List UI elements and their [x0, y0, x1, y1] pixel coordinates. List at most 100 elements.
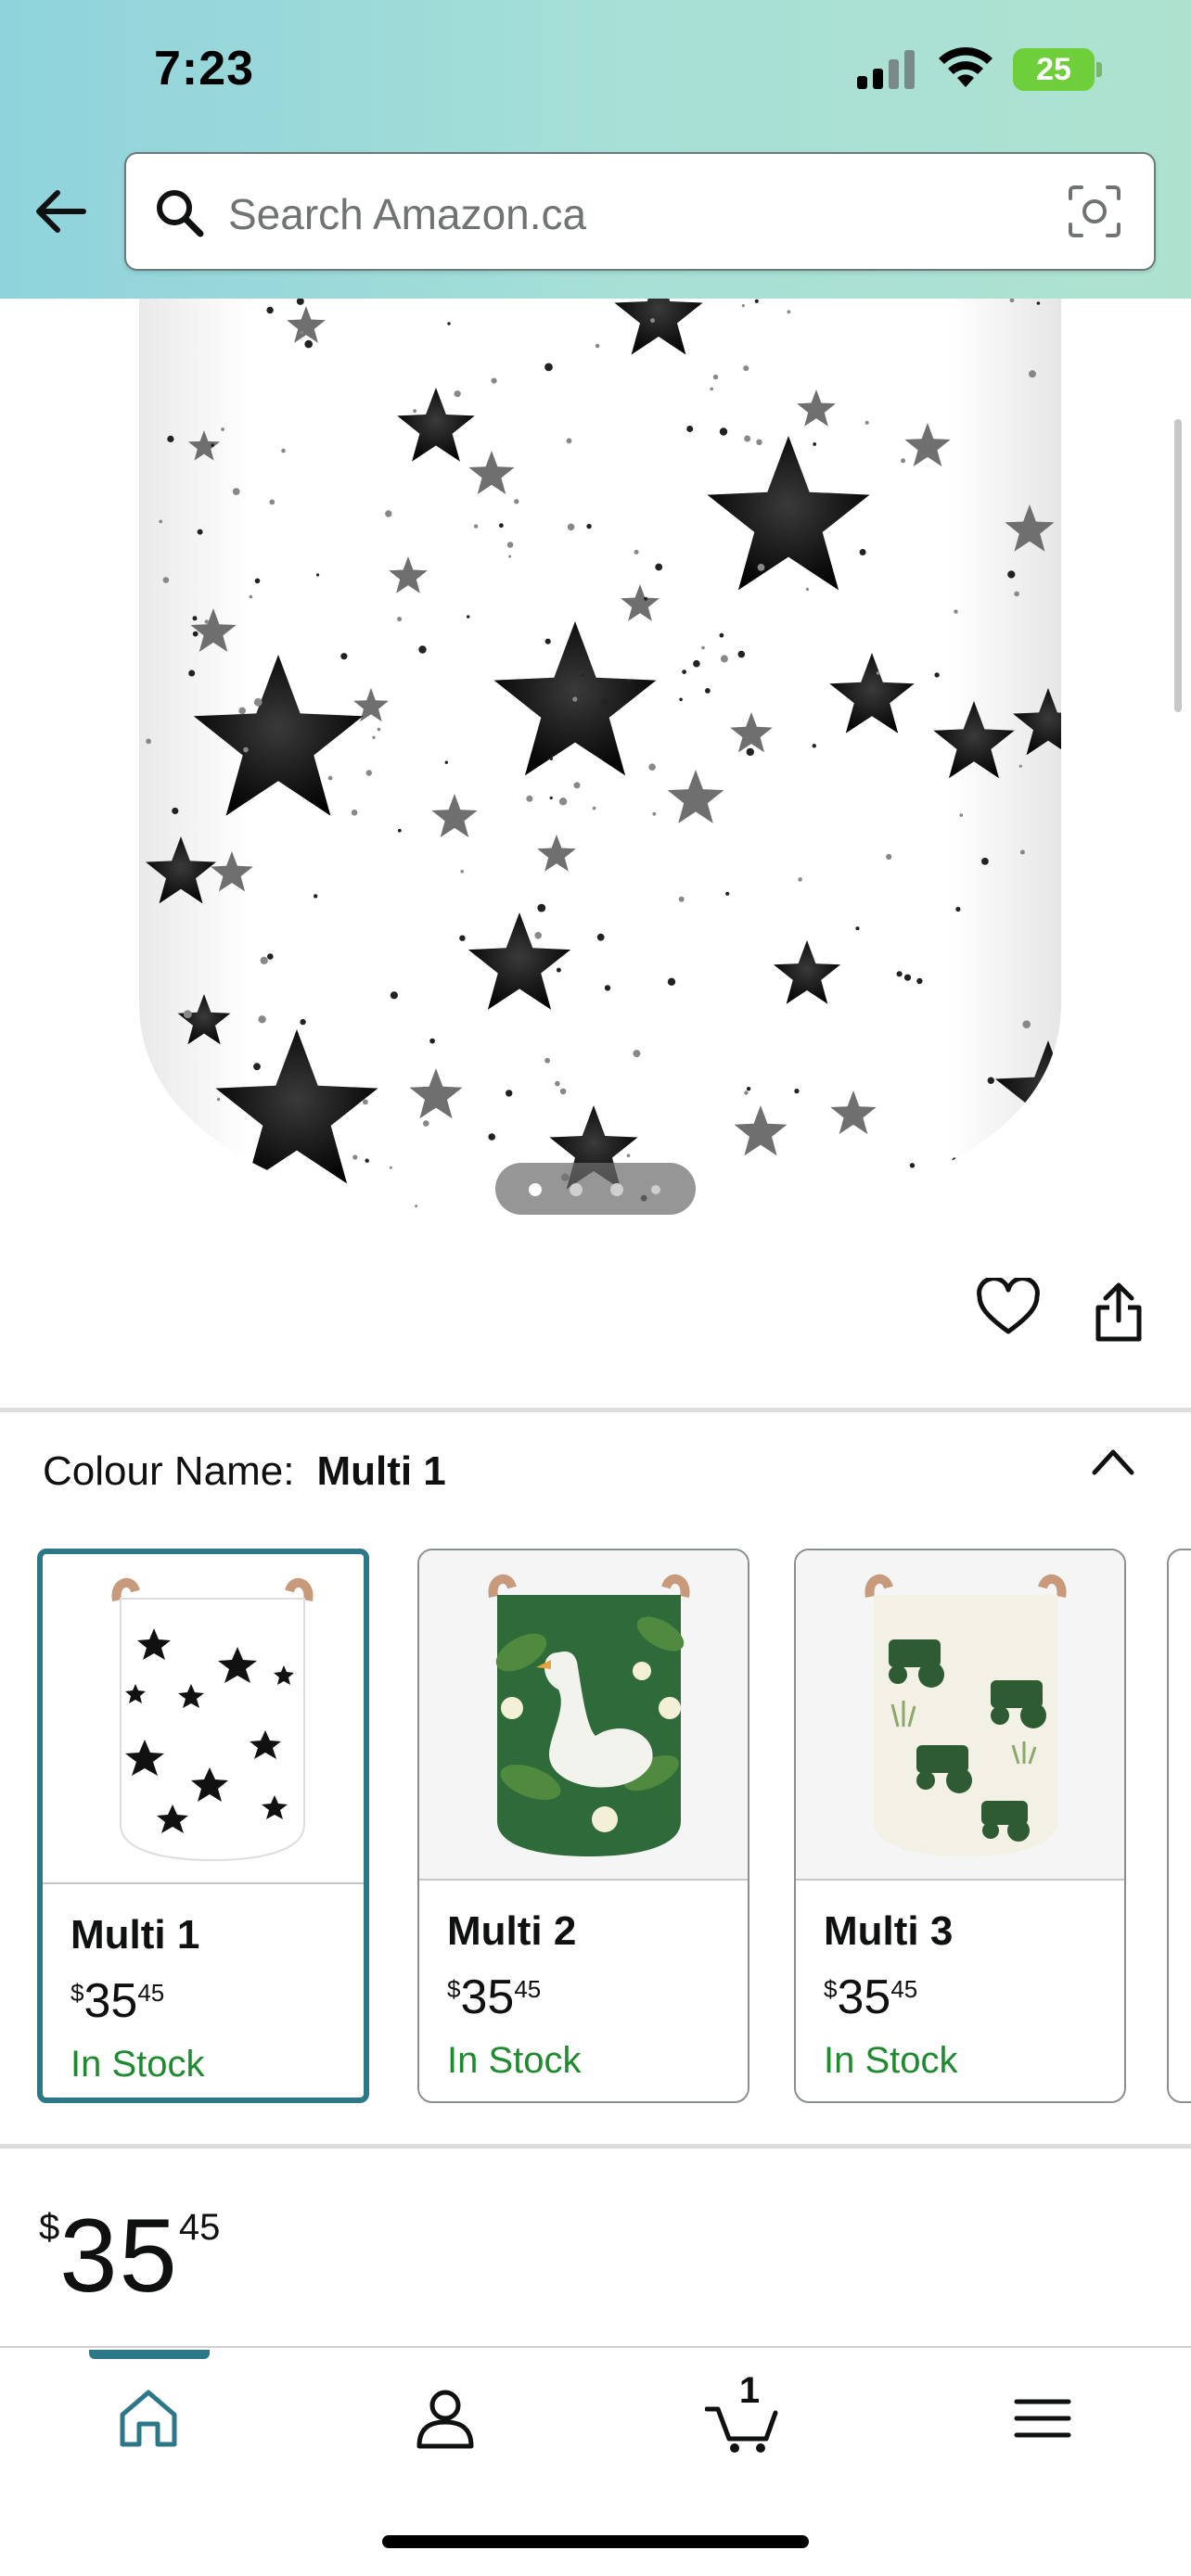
star-dot-decoration: [301, 1192, 306, 1197]
star-dot-decoration: [955, 906, 961, 912]
star-dot-decoration: [238, 707, 247, 715]
chevron-up-icon[interactable]: [1089, 1443, 1137, 1480]
colour-name-label: Colour Name: Multi 1: [43, 1448, 446, 1495]
star-dot-decoration: [340, 653, 348, 660]
colour-swatch-multi-3[interactable]: Multi 3 $3545 In Stock: [794, 1549, 1126, 2103]
menu-icon[interactable]: [1005, 2381, 1080, 2455]
star-dot-decoration: [746, 747, 754, 757]
app-header: 7:23 25 Search Amazon.ca: [0, 0, 1191, 299]
home-icon[interactable]: [111, 2381, 186, 2455]
star-dot-decoration: [558, 797, 568, 806]
colour-swatch-multi-2[interactable]: Multi 2 $3545 In Stock: [417, 1549, 749, 2103]
star-dot-decoration: [678, 896, 685, 902]
product-price: $3545: [39, 2196, 220, 2315]
price-whole: 35: [837, 1970, 891, 2024]
star-dot-decoration: [385, 510, 392, 517]
star-dot-decoration: [258, 1015, 266, 1024]
star-dot-decoration: [798, 877, 802, 882]
star-dot-decoration: [667, 977, 676, 986]
star-dot-decoration: [254, 578, 261, 584]
stock-status: In Stock: [447, 2040, 582, 2081]
star-decoration: [1084, 797, 1123, 835]
star-dot-decoration: [582, 673, 584, 677]
star-dot-decoration: [415, 1205, 418, 1208]
star-dot-decoration: [506, 1090, 513, 1097]
swatch-price: $3545: [447, 1970, 541, 2025]
star-dot-decoration: [491, 377, 497, 384]
price-whole: 35: [59, 2198, 179, 2314]
star-dot-decoration: [744, 435, 751, 442]
star-dot-decoration: [253, 1063, 261, 1071]
star-dot-decoration: [260, 956, 268, 964]
star-dot-decoration: [720, 655, 728, 663]
price-whole: 35: [83, 1974, 138, 2028]
back-arrow-icon[interactable]: [32, 182, 91, 241]
star-dot-decoration: [1022, 1020, 1031, 1028]
price-fraction: 45: [514, 1975, 542, 2003]
star-dot-decoration: [743, 365, 749, 372]
pagination-dot[interactable]: [610, 1183, 623, 1196]
search-bar[interactable]: Search Amazon.ca: [124, 152, 1156, 271]
star-dot-decoration: [805, 587, 810, 592]
star-dot-decoration: [954, 609, 958, 614]
star-dot-decoration: [746, 1087, 751, 1091]
star-dot-decoration: [686, 426, 694, 432]
star-dot-decoration: [389, 1166, 392, 1169]
share-icon[interactable]: [1091, 1280, 1146, 1345]
swatch-name: Multi 2: [447, 1908, 577, 1954]
star-dot-decoration: [573, 782, 581, 789]
price-symbol: $: [447, 1975, 461, 2003]
search-icon: [157, 190, 204, 237]
pagination-dot[interactable]: [651, 1185, 660, 1194]
star-dot-decoration: [1036, 301, 1041, 305]
star-dot-decoration: [981, 858, 989, 865]
star-dot-decoration: [693, 659, 700, 668]
star-dot-decoration: [555, 1080, 560, 1087]
section-divider: [0, 1408, 1191, 1412]
star-dot-decoration: [188, 670, 196, 677]
heart-icon[interactable]: [976, 1278, 1041, 1337]
star-dot-decoration: [756, 439, 762, 445]
star-dot-decoration: [719, 427, 728, 436]
star-dot-decoration: [757, 564, 765, 571]
star-dot-decoration: [363, 1099, 368, 1105]
colour-label-prefix: Colour Name:: [43, 1448, 295, 1494]
star-dot-decoration: [544, 638, 551, 644]
image-pagination[interactable]: [495, 1163, 696, 1215]
star-dot-decoration: [459, 935, 466, 941]
search-input[interactable]: Search Amazon.ca: [228, 189, 586, 239]
battery-level: 25: [1036, 52, 1071, 87]
price-fraction: 45: [890, 1975, 918, 2003]
home-indicator: [382, 2535, 809, 2548]
star-dot-decoration: [266, 306, 274, 314]
star-dot-decoration: [269, 499, 275, 505]
scroll-indicator: [1174, 419, 1182, 712]
star-dot-decoration: [601, 698, 609, 707]
star-dot-decoration: [909, 1163, 916, 1168]
star-dot-decoration: [249, 594, 253, 599]
star-dot-decoration: [586, 523, 592, 529]
product-image[interactable]: [0, 299, 1191, 1244]
colour-swatch-multi-1[interactable]: Multi 1 $3545 In Stock: [37, 1549, 369, 2103]
star-dot-decoration: [397, 617, 403, 622]
colour-swatch-partial[interactable]: [1167, 1549, 1191, 2103]
star-dot-decoration: [221, 427, 225, 431]
star-dot-decoration: [365, 770, 372, 776]
swatch-price: $3545: [70, 1973, 164, 2029]
star-dot-decoration: [701, 645, 705, 650]
star-dot-decoration: [794, 1089, 800, 1094]
star-dot-decoration: [633, 1050, 641, 1058]
star-dot-decoration: [572, 696, 578, 702]
account-icon[interactable]: [408, 2381, 482, 2455]
pagination-dot[interactable]: [529, 1183, 542, 1196]
star-dot-decoration: [508, 555, 512, 558]
pagination-dot[interactable]: [570, 1183, 583, 1196]
price-symbol: $: [824, 1975, 838, 2003]
star-dot-decoration: [626, 680, 631, 683]
star-dot-decoration: [167, 435, 174, 442]
star-dot-decoration: [566, 438, 572, 444]
star-dot-decoration: [499, 523, 504, 529]
camera-icon[interactable]: [1065, 182, 1124, 241]
star-dot-decoration: [549, 757, 553, 760]
swatch-price: $3545: [824, 1970, 917, 2025]
